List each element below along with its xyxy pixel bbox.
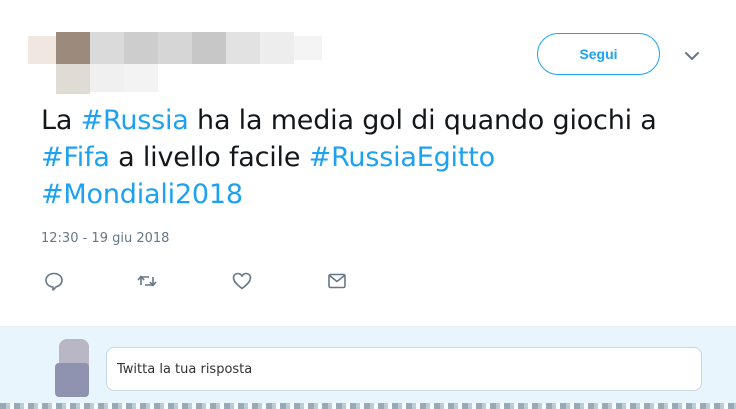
redacted-block — [56, 64, 90, 94]
hashtag-link[interactable]: #Russia — [81, 105, 189, 136]
reply-icon[interactable] — [43, 270, 65, 292]
redacted-block — [90, 64, 124, 92]
tweet-text-segment: a livello facile — [109, 142, 309, 173]
clipped-content-strip — [0, 403, 736, 409]
tweet-text: La #Russia ha la media gol di quando gio… — [41, 102, 721, 213]
reply-input[interactable] — [106, 347, 702, 391]
follow-button[interactable]: Segui — [537, 33, 660, 75]
reply-composer — [0, 326, 736, 409]
hashtag-link[interactable]: #Fifa — [41, 142, 110, 173]
redacted-block — [158, 32, 192, 64]
hashtag-link[interactable]: #RussiaEgitto — [309, 142, 495, 173]
redacted-block — [294, 36, 322, 60]
chevron-down-icon[interactable] — [684, 48, 700, 64]
direct-message-icon[interactable] — [326, 270, 348, 292]
user-avatar — [55, 339, 91, 397]
redacted-block — [226, 32, 260, 64]
redacted-block — [192, 32, 226, 64]
tweet-text-segment: La — [41, 105, 81, 136]
redacted-block — [90, 32, 124, 64]
redacted-block — [124, 32, 158, 64]
redacted-block — [55, 363, 89, 397]
tweet-text-segment: ha la media gol di quando giochi a — [188, 105, 657, 136]
redacted-block — [260, 32, 294, 64]
hashtag-link[interactable]: #Mondiali2018 — [41, 179, 243, 210]
redacted-block — [28, 36, 56, 64]
redacted-block — [124, 64, 158, 92]
author-info-redacted[interactable] — [28, 30, 328, 96]
avatar[interactable] — [56, 32, 90, 64]
tweet-card: Segui La #Russia ha la media gol di quan… — [0, 0, 736, 326]
like-icon[interactable] — [231, 270, 253, 292]
tweet-timestamp[interactable]: 12:30 - 19 giu 2018 — [41, 231, 169, 246]
retweet-icon[interactable] — [136, 270, 158, 292]
